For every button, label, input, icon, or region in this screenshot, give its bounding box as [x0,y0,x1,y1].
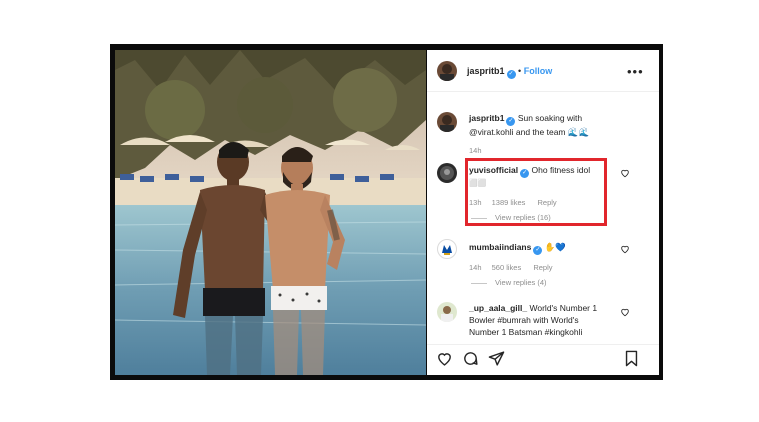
mi-logo-icon [442,245,452,255]
caption-username[interactable]: jaspritb1 [469,113,504,123]
separator-dot: • [518,66,522,76]
header-divider [427,91,659,92]
comment-meta: 14h 560 likes Reply [469,263,553,272]
view-replies-button[interactable]: View replies (4) [471,278,547,287]
caption-emoji: 🌊🌊 [567,127,590,137]
author-username-suffix[interactable]: b1 [494,66,505,76]
like-comment-icon[interactable] [620,168,630,178]
view-replies-label: View replies (4) [495,278,547,287]
comment-emoji: ✋💙 [544,242,566,252]
caption-avatar[interactable] [437,112,457,132]
avatar-image [440,115,454,132]
caption: jaspritb1 ✓ Sun soaking with @virat.kohli… [469,112,654,138]
ellipsis-icon[interactable]: ••• [627,64,644,79]
comment-avatar-mumbaiindians[interactable] [437,239,457,259]
comment-icon[interactable] [462,350,479,367]
post-header: jaspritb1 ✓ • Follow [467,66,552,79]
caption-text: Sun soaking with [517,113,583,123]
beach-photo [115,50,426,375]
highlight-box [465,158,607,226]
like-comment-icon[interactable] [620,307,630,317]
author-avatar[interactable] [437,61,457,81]
replies-dash [471,282,487,284]
like-comment-icon[interactable] [620,244,630,254]
comment-text-line3: Number 1 Batsman #kingkohli [469,327,583,337]
comment-avatar-yuvisofficial[interactable] [437,163,457,183]
actions-divider [427,344,659,345]
avatar-image [441,306,453,322]
bookmark-icon[interactable] [624,350,639,367]
share-icon[interactable] [488,350,505,367]
verified-badge-icon: ✓ [506,117,516,126]
post-photo[interactable] [115,50,426,375]
author-username[interactable]: jasprit [467,66,494,76]
comment-text: World's Number 1 [529,303,598,313]
reply-button[interactable]: Reply [533,263,552,272]
comment-avatar-up-aala-gill[interactable] [437,302,457,322]
avatar-image [440,166,454,180]
caption-text-line2: @virat.kohli and the team [469,127,566,137]
verified-badge-icon: ✓ [533,246,543,255]
comment-mumbaiindians: mumbaiindians ✓ ✋💙 [469,241,566,255]
comment-up-aala-gill: _up_aala_gill_ World's Number 1 Bowler #… [469,302,619,338]
heart-icon[interactable] [436,350,453,367]
comment-username[interactable]: _up_aala_gill_ [469,303,527,313]
comment-text-line2: Bowler #bumrah with World's [469,315,579,325]
comment-time: 14h [469,263,482,272]
caption-time: 14h [469,146,482,155]
avatar-image [440,64,454,81]
comment-username[interactable]: mumbaiindians [469,242,531,252]
verified-badge-icon: ✓ [506,70,516,79]
follow-button[interactable]: Follow [524,66,553,76]
comment-likes[interactable]: 560 likes [492,263,522,272]
